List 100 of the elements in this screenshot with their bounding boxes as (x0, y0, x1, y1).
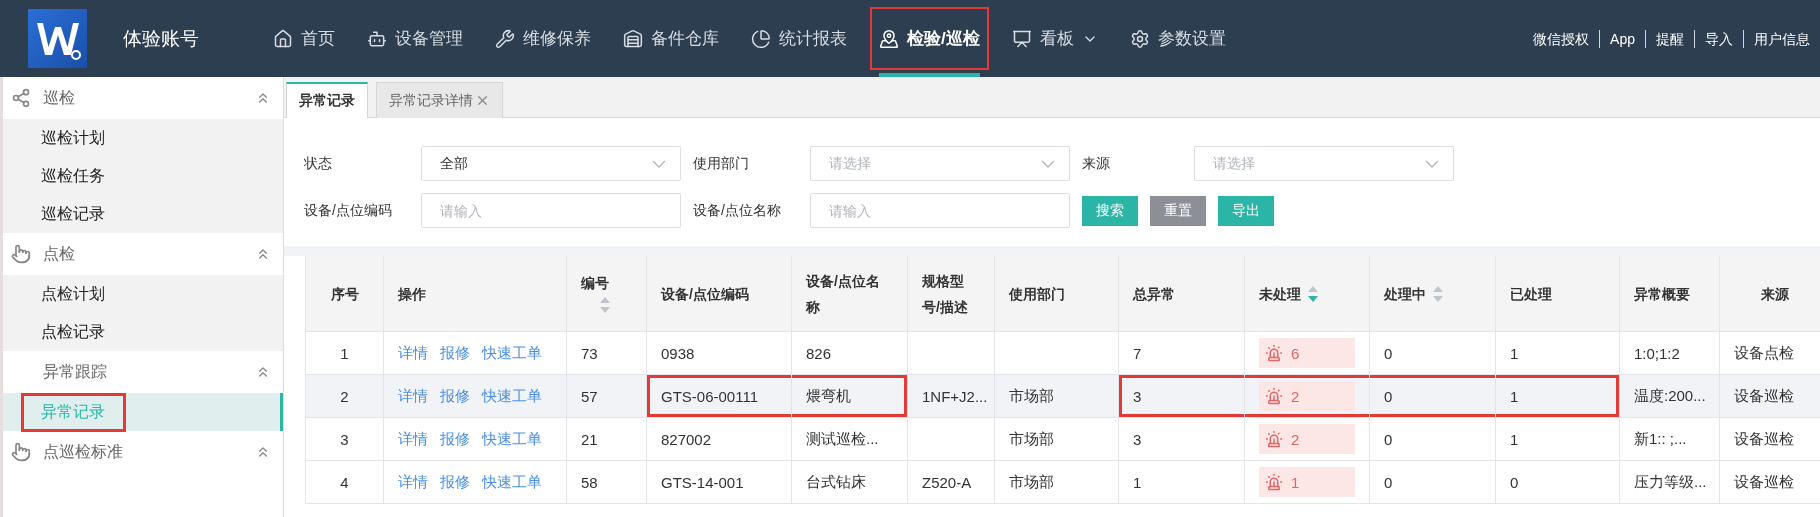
column-header: 操作 (384, 256, 567, 332)
pending-badge: 6 (1259, 338, 1355, 368)
top-link[interactable]: 提醒 (1645, 29, 1694, 48)
column-header: 序号 (306, 256, 384, 332)
table-cell: 新1:: ;... (1620, 418, 1720, 461)
row-action-link[interactable]: 快速工单 (482, 472, 542, 492)
nav-tab[interactable]: 首页 (257, 0, 351, 77)
sidebar-item[interactable]: 点检计划 (3, 275, 283, 313)
wrench-icon (495, 28, 515, 49)
pending-badge: 2 (1259, 424, 1355, 454)
sidebar-item[interactable]: 巡检计划 (3, 119, 283, 157)
nav-tab[interactable]: 参数设置 (1113, 0, 1242, 77)
close-icon[interactable] (475, 93, 490, 108)
siren-icon (1265, 473, 1283, 491)
table-cell: 1 (1496, 418, 1620, 461)
siren-icon (1265, 387, 1283, 405)
chevron-down-icon (1041, 159, 1055, 168)
row-action-link[interactable]: 详情 (398, 343, 428, 363)
table-cell: GTS-06-00111 (647, 375, 792, 418)
table-cell: 4 (306, 461, 384, 504)
table-cell: 市场部 (995, 375, 1119, 418)
column-header: 编号 (567, 256, 647, 332)
row-action-link[interactable]: 快速工单 (482, 429, 542, 449)
table-cell: 1NF+J2... (908, 375, 995, 418)
filter-label: 使用部门 (693, 154, 750, 173)
table-cell: 测试巡检... (792, 418, 908, 461)
row-action-link[interactable]: 详情 (398, 429, 428, 449)
select-placeholder: 请选择 (829, 154, 871, 173)
table-cell: 1 (1496, 375, 1620, 418)
table-cell: 1 (1496, 332, 1620, 375)
table-cell: 57 (567, 375, 647, 418)
top-link[interactable]: 用户信息 (1743, 29, 1820, 48)
siren-icon (1265, 430, 1283, 448)
top-link[interactable]: 导入 (1694, 29, 1743, 48)
sort-icon[interactable] (1432, 284, 1444, 303)
hand-icon (11, 244, 31, 264)
table-cell: 0 (1370, 332, 1496, 375)
table-cell: 7 (1119, 332, 1245, 375)
sidebar-item[interactable]: 巡检记录 (3, 195, 283, 233)
nav-tab[interactable]: 统计报表 (735, 0, 863, 77)
column-header: 总异常 (1119, 256, 1245, 332)
table-cell: 3 (306, 418, 384, 461)
table-cell: 设备巡检 (1720, 375, 1820, 418)
map-pin-icon (879, 28, 899, 49)
pending-badge: 2 (1259, 381, 1355, 411)
page-tab[interactable]: 异常记录详情 (376, 82, 503, 118)
table-cell: 21 (567, 418, 647, 461)
table-cell: 市场部 (995, 461, 1119, 504)
table-cell: Z520-A (908, 461, 995, 504)
column-header: 已处理 (1496, 256, 1620, 332)
logo-icon (28, 9, 87, 68)
nav-tab[interactable]: 检验/巡检 (863, 0, 996, 77)
top-link[interactable]: App (1599, 29, 1645, 48)
table-cell: 0 (1370, 461, 1496, 504)
table-cell: 0 (1496, 461, 1620, 504)
row-action-link[interactable]: 报修 (440, 472, 470, 492)
hand-icon (11, 442, 31, 462)
column-header: 设备/点位编码 (647, 256, 792, 332)
filter-label: 设备/点位编码 (304, 201, 393, 220)
column-header: 使用部门 (995, 256, 1119, 332)
row-action-link[interactable]: 快速工单 (482, 343, 542, 363)
column-header: 设备/点位名称 (792, 256, 908, 332)
table-cell: 827002 (647, 418, 792, 461)
column-header: 未处理 (1245, 256, 1370, 332)
nav-tab[interactable]: 备件仓库 (607, 0, 735, 77)
filter-label: 来源 (1082, 154, 1111, 173)
column-header: 处理中 (1370, 256, 1496, 332)
table-cell: 1:0;1:2 (1620, 332, 1720, 375)
filter-label: 设备/点位名称 (693, 201, 782, 220)
table-cell: 3 (1119, 375, 1245, 418)
nodes-icon (11, 88, 31, 108)
top-link[interactable]: 微信授权 (1523, 29, 1600, 48)
table-cell: 0938 (647, 332, 792, 375)
filter-label: 状态 (304, 154, 333, 173)
row-action-link[interactable]: 报修 (440, 343, 470, 363)
row-action-link[interactable]: 报修 (440, 429, 470, 449)
chevron-down-icon (1425, 159, 1439, 168)
table-cell: 压力等级... (1620, 461, 1720, 504)
warehouse-icon (623, 28, 643, 49)
sort-icon[interactable] (599, 296, 611, 314)
chevron-down-icon (652, 159, 666, 168)
table-cell: 台式钻床 (792, 461, 908, 504)
input-field[interactable]: 请输入 (810, 193, 1070, 228)
column-header: 规格型号/描述 (908, 256, 995, 332)
page-tab[interactable]: 异常记录 (286, 82, 368, 118)
nav-tab[interactable]: 设备管理 (351, 0, 479, 77)
sidebar-item[interactable]: 巡检任务 (3, 157, 283, 195)
select-field[interactable]: 全部 (421, 146, 681, 181)
account-name: 体验账号 (123, 26, 199, 51)
table-cell: 826 (792, 332, 908, 375)
nav-tab[interactable]: 维修保养 (479, 0, 607, 77)
nav-tab[interactable]: 看板 (995, 0, 1114, 77)
table-cell: 市场部 (995, 418, 1119, 461)
table-cell: 73 (567, 332, 647, 375)
action-button[interactable]: 重置 (1150, 195, 1206, 226)
sidebar-item[interactable]: 点检记录 (3, 313, 283, 351)
row-action-link[interactable]: 详情 (398, 472, 428, 492)
table-cell: 0 (1370, 375, 1496, 418)
sort-icon[interactable] (1307, 284, 1319, 303)
input-field[interactable]: 请输入 (421, 193, 681, 228)
